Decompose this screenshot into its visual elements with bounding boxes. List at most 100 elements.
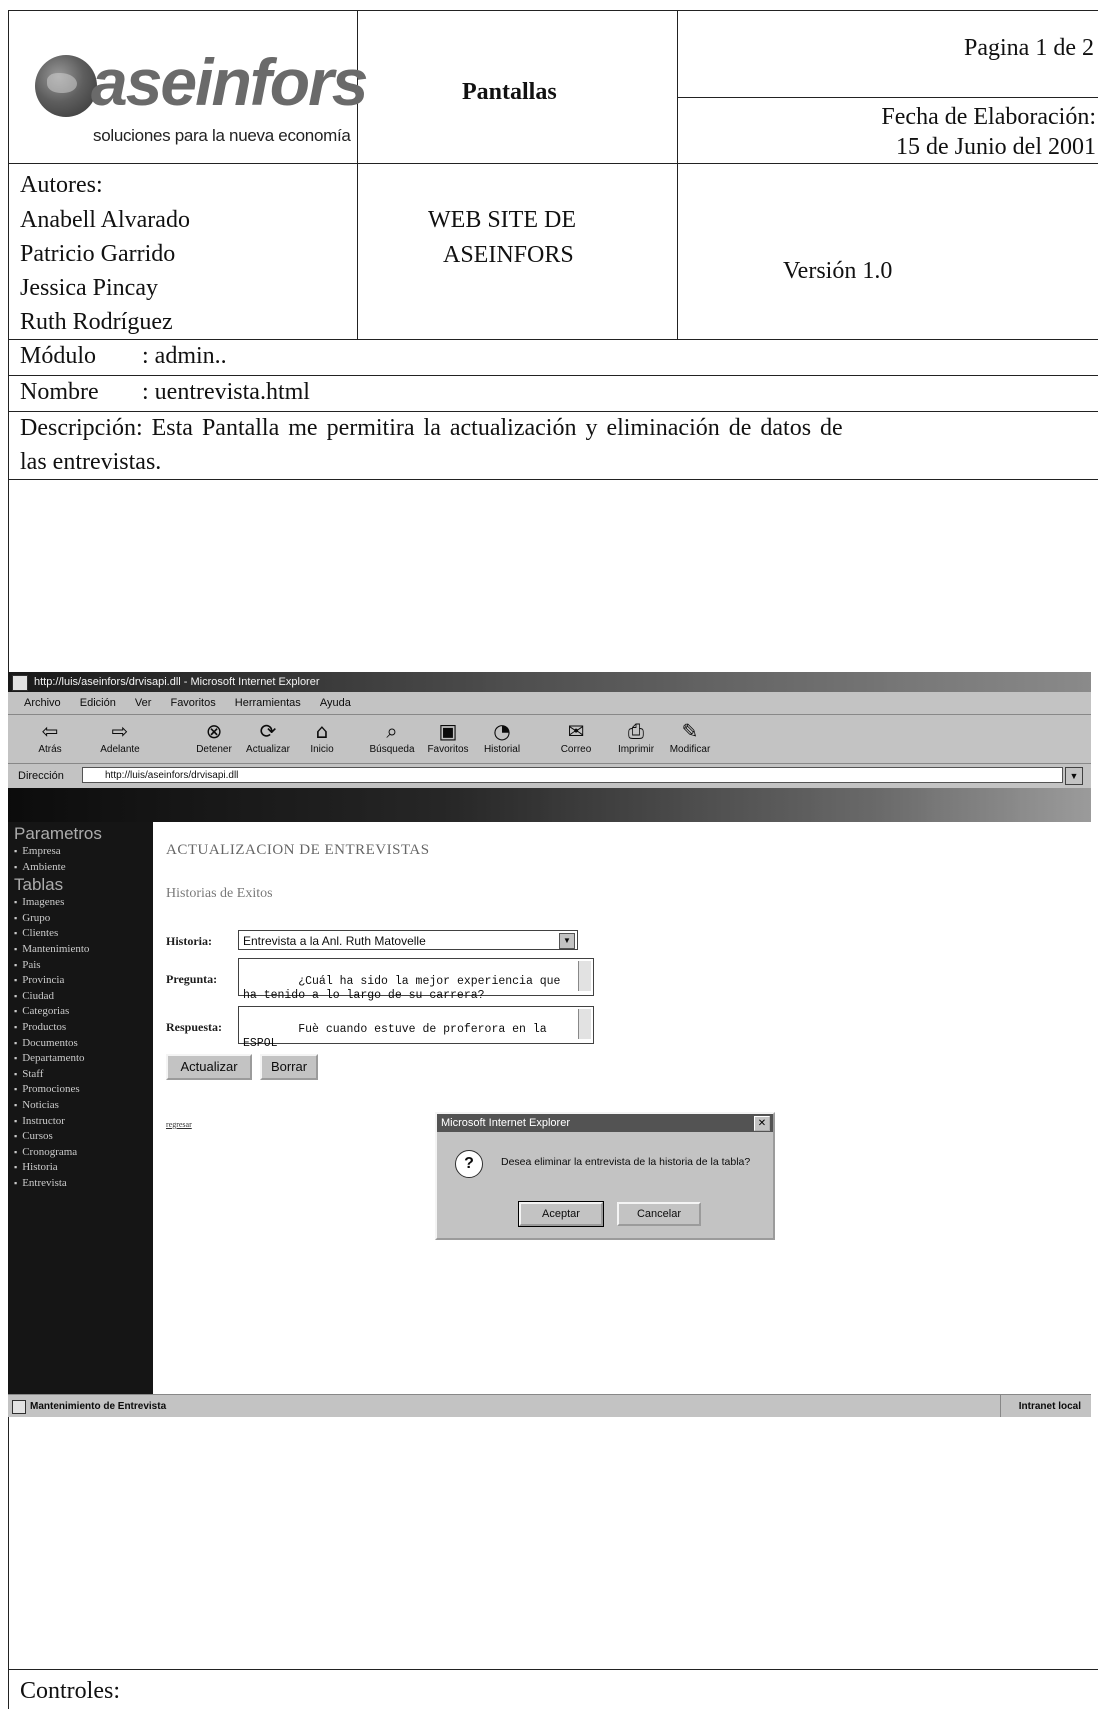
sidebar-item-entrevista[interactable]: Entrevista [8, 1176, 153, 1192]
back-button[interactable]: ⇦ Atrás [22, 719, 78, 757]
sidebar-item-clientes[interactable]: Clientes [8, 926, 153, 942]
respuesta-label: Respuesta: [166, 1020, 222, 1034]
favorites-button[interactable]: ▣ Favoritos [420, 719, 476, 757]
sidebar-item-empresa[interactable]: Empresa [8, 844, 153, 860]
menu-ver[interactable]: Ver [135, 697, 152, 709]
home-icon: ⌂ [315, 719, 329, 743]
print-button[interactable]: ⎙ Imprimir [608, 719, 664, 757]
logo-tagline: soluciones para la nueva economía [93, 126, 351, 145]
menu-ayuda[interactable]: Ayuda [320, 697, 351, 709]
sidebar-item-productos[interactable]: Productos [8, 1020, 153, 1036]
sidebar-item-staff[interactable]: Staff [8, 1067, 153, 1083]
site-banner [8, 788, 1091, 822]
search-button[interactable]: ⌕ Búsqueda [364, 719, 420, 757]
rule [9, 375, 1098, 376]
sidebar-item-provincia[interactable]: Provincia [8, 973, 153, 989]
sidebar-group-tablas: Tablas [14, 875, 64, 895]
sidebar-item-imagenes[interactable]: Imagenes [8, 895, 153, 911]
browser-menu-bar: Archivo Edición Ver Favoritos Herramient… [8, 692, 1091, 715]
historia-label: Historia: [166, 934, 212, 948]
rule [9, 1669, 1098, 1670]
question-icon: ? [455, 1150, 483, 1178]
sidebar-item-departamento[interactable]: Departamento [8, 1051, 153, 1067]
forward-button[interactable]: ⇨ Adelante [92, 719, 148, 757]
print-icon: ⎙ [628, 719, 644, 743]
rule [677, 97, 1098, 98]
pregunta-label: Pregunta: [166, 972, 218, 986]
favorites-icon: ▣ [438, 719, 458, 743]
home-button[interactable]: ⌂ Inicio [294, 719, 350, 757]
mail-icon: ✉ [567, 719, 585, 743]
browser-toolbar: ⇦ Atrás ⇨ Adelante ⊗ Detener ⟳ Actualizar ⌂ I… [8, 715, 1091, 764]
close-icon[interactable]: ✕ [754, 1116, 770, 1131]
sidebar-item-cronograma[interactable]: Cronograma [8, 1145, 153, 1161]
stop-button[interactable]: ⊗ Detener [186, 719, 242, 757]
sidebar-item-pais[interactable]: Pais [8, 958, 153, 974]
logo-wordmark: aseinfors [91, 45, 368, 119]
rule [9, 339, 1098, 340]
address-input[interactable]: http://luis/aseinfors/drvisapi.dll [82, 767, 1063, 783]
pregunta-value: ¿Cuál ha sido la mejor experiencia que h… [243, 975, 561, 1002]
sidebar-item-cursos[interactable]: Cursos [8, 1129, 153, 1145]
sidebar-item-instructor[interactable]: Instructor [8, 1114, 153, 1130]
page-icon [12, 1400, 26, 1414]
sidebar-item-documentos[interactable]: Documentos [8, 1036, 153, 1052]
sidebar-item-ambiente[interactable]: Ambiente [8, 860, 153, 876]
stop-icon: ⊗ [205, 719, 223, 743]
accept-button[interactable]: Aceptar [518, 1201, 604, 1227]
form-heading: ACTUALIZACION DE ENTREVISTAS [166, 842, 430, 858]
name-value: : uentrevista.html [142, 379, 310, 405]
menu-herramientas[interactable]: Herramientas [235, 697, 301, 709]
ie-screenshot: http://luis/aseinfors/drvisapi.dll - Mic… [8, 672, 1091, 1417]
description-line1: Descripción: Esta Pantalla me permitira … [20, 415, 843, 441]
textarea-scrollbar[interactable] [578, 961, 591, 991]
refresh-icon: ⟳ [259, 719, 277, 743]
cancel-button[interactable]: Cancelar [617, 1202, 701, 1226]
update-button[interactable]: Actualizar [166, 1054, 252, 1080]
edit-button[interactable]: ✎ Modificar [662, 719, 718, 757]
page-content: Parametros Empresa Ambiente Tablas Image… [8, 788, 1091, 1394]
browser-status-bar: Mantenimiento de Entrevista Intranet loc… [8, 1394, 1091, 1417]
refresh-button[interactable]: ⟳ Actualizar [240, 719, 296, 757]
rule [9, 411, 1098, 412]
form-area: ACTUALIZACION DE ENTREVISTAS Historias d… [166, 822, 1091, 1394]
sidebar-item-grupo[interactable]: Grupo [8, 911, 153, 927]
history-button[interactable]: ◔ Historial [474, 719, 530, 757]
globe-icon [35, 55, 97, 117]
textarea-scrollbar[interactable] [578, 1009, 591, 1039]
section-title: Pantallas [462, 79, 557, 105]
delete-button[interactable]: Borrar [260, 1054, 318, 1080]
rule [9, 163, 1098, 164]
menu-favoritos[interactable]: Favoritos [170, 697, 215, 709]
back-arrow-icon: ⇦ [41, 719, 59, 743]
menu-archivo[interactable]: Archivo [24, 697, 61, 709]
sidebar-item-promociones[interactable]: Promociones [8, 1082, 153, 1098]
sidebar-group-parametros: Parametros [14, 824, 102, 843]
form-subheading: Historias de Exitos [166, 886, 273, 901]
menu-edicion[interactable]: Edición [80, 697, 116, 709]
name-label: Nombre [20, 379, 99, 405]
sidebar-item-historia[interactable]: Historia [8, 1160, 153, 1176]
mail-button[interactable]: ✉ Correo [548, 719, 604, 757]
sidebar-item-noticias[interactable]: Noticias [8, 1098, 153, 1114]
author: Jessica Pincay [20, 275, 158, 301]
search-icon: ⌕ [386, 719, 398, 743]
pregunta-textarea[interactable]: ¿Cuál ha sido la mejor experiencia que h… [238, 958, 594, 1002]
module-label: Módulo [20, 343, 97, 369]
admin-sidebar: Parametros Empresa Ambiente Tablas Image… [8, 822, 153, 1394]
authors-label: Autores: [20, 172, 103, 198]
edit-icon: ✎ [681, 719, 699, 743]
dialog-title: Microsoft Internet Explorer [441, 1117, 570, 1129]
address-bar: Dirección http://luis/aseinfors/drvisapi… [8, 764, 1091, 788]
browser-title: http://luis/aseinfors/drvisapi.dll - Mic… [34, 676, 320, 688]
sidebar-item-categorias[interactable]: Categorias [8, 1004, 153, 1020]
browser-title-bar: http://luis/aseinfors/drvisapi.dll - Mic… [8, 672, 1091, 692]
dialog-message: Desea eliminar la entrevista de la histo… [501, 1156, 751, 1168]
historia-select[interactable]: Entrevista a la Anl. Ruth Matovelle ▼ [238, 930, 578, 950]
project-title-line2: ASEINFORS [443, 242, 574, 268]
respuesta-textarea[interactable]: Fuè cuando estuve de proferora en la ESP… [238, 1006, 594, 1050]
sidebar-item-ciudad[interactable]: Ciudad [8, 989, 153, 1005]
sidebar-item-mantenimiento[interactable]: Mantenimiento [8, 942, 153, 958]
address-dropdown-button[interactable]: ▼ [1065, 767, 1083, 785]
return-link[interactable]: regresar [166, 1120, 192, 1129]
